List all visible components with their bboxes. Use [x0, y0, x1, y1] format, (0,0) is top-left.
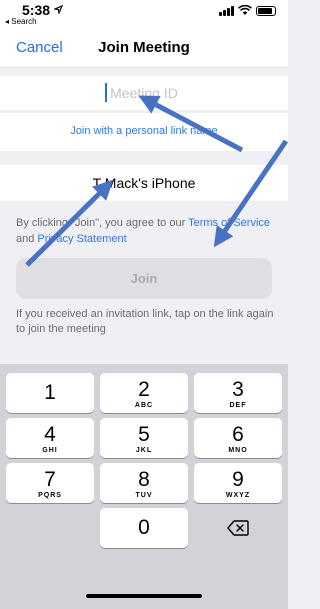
nav-bar: Join Meeting Cancel	[0, 30, 288, 68]
key-9[interactable]: 9 WXYZ	[194, 463, 282, 503]
key-4[interactable]: 4 GHI	[6, 418, 94, 458]
status-bar: 5:38 ◂ Search	[0, 0, 288, 30]
key-7[interactable]: 7 PQRS	[6, 463, 94, 503]
display-name-row: T Mack's iPhone	[0, 165, 288, 201]
key-8[interactable]: 8 TUV	[100, 463, 188, 503]
meeting-id-row	[0, 76, 288, 110]
display-name-field[interactable]: T Mack's iPhone	[0, 175, 288, 191]
location-arrow-icon	[52, 4, 64, 16]
delete-key[interactable]	[194, 508, 282, 548]
key-3[interactable]: 3 DEF	[194, 373, 282, 413]
key-1[interactable]: 1	[6, 373, 94, 413]
join-button[interactable]: Join	[16, 258, 272, 299]
key-6[interactable]: 6 MNO	[194, 418, 282, 458]
cancel-button[interactable]: Cancel	[16, 39, 63, 56]
backspace-icon	[227, 520, 249, 536]
home-indicator	[86, 594, 202, 598]
status-icons	[219, 5, 276, 16]
numeric-keypad: 1 2 ABC 3 DEF 4 GHI 5 JKL 6 MNO 7 PQRS 8 TUV 9W…	[0, 364, 288, 609]
back-to-search-link[interactable]: ◂ Search	[5, 17, 37, 26]
terms-of-service-link[interactable]: Terms of Service	[188, 217, 270, 229]
meeting-id-input[interactable]	[0, 76, 288, 110]
key-5[interactable]: 5 JKL	[100, 418, 188, 458]
key-0[interactable]: 0	[100, 508, 188, 548]
text-cursor	[105, 83, 107, 102]
key-2[interactable]: 2 ABC	[100, 373, 188, 413]
terms-text: By clicking "Join", you agree to our Ter…	[16, 217, 271, 245]
privacy-statement-link[interactable]: Privacy Statement	[37, 233, 126, 245]
cellular-signal-icon	[219, 5, 234, 16]
personal-link-row: Join with a personal link name	[0, 113, 288, 151]
wifi-icon	[238, 5, 252, 15]
invitation-hint: If you received an invitation link, tap …	[16, 308, 274, 335]
status-time: 5:38	[22, 2, 64, 18]
battery-icon	[256, 5, 276, 16]
personal-link-button[interactable]: Join with a personal link name	[0, 125, 288, 137]
